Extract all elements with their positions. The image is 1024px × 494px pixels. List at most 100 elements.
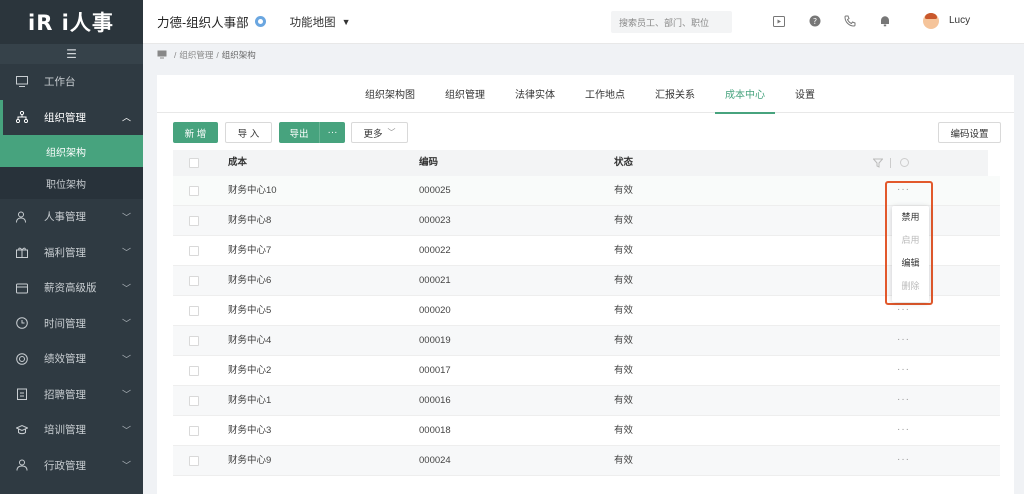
row-action-more-icon[interactable]: ··· bbox=[897, 416, 910, 446]
sidebar-item-workbench[interactable]: 工作台 bbox=[0, 64, 143, 100]
sidebar-item-label: 工作台 bbox=[44, 76, 76, 89]
chevron-down-icon: ﹀ bbox=[121, 318, 131, 329]
tab-org-chart[interactable]: 组织架构图 bbox=[365, 75, 415, 113]
table-row[interactable]: 财务中心3 000018 有效 ··· bbox=[173, 416, 1000, 446]
chevron-down-icon: ﹀ bbox=[121, 460, 131, 471]
username[interactable]: Lucy bbox=[949, 15, 970, 26]
function-map-label: 功能地图 bbox=[289, 16, 336, 29]
search-input[interactable]: 搜索员工、部门、职位 bbox=[611, 11, 732, 33]
row-checkbox[interactable] bbox=[189, 276, 199, 286]
tab-legal-entity[interactable]: 法律实体 bbox=[515, 75, 555, 113]
row-checkbox[interactable] bbox=[189, 216, 199, 226]
row-checkbox[interactable] bbox=[189, 306, 199, 316]
cell-code: 000019 bbox=[419, 335, 451, 346]
sidebar-collapse-button[interactable]: ☰ bbox=[0, 44, 143, 64]
sidebar-item-label: 组织管理 bbox=[44, 111, 86, 124]
chevron-down-icon: ﹀ bbox=[121, 247, 131, 258]
sidebar-item-time-management[interactable]: 时间管理 ﹀ bbox=[0, 306, 143, 342]
row-checkbox[interactable] bbox=[189, 426, 199, 436]
svg-text:?: ? bbox=[813, 17, 817, 26]
chevron-up-icon: ︿ bbox=[121, 112, 131, 123]
table-row[interactable]: 财务中心6 000021 有效 bbox=[173, 266, 1000, 296]
tab-cost-center[interactable]: 成本中心 bbox=[715, 75, 775, 114]
import-button[interactable]: 导 入 bbox=[225, 122, 272, 143]
column-settings-icon[interactable] bbox=[900, 158, 909, 167]
sidebar-subitem-org-structure[interactable]: 组织架构 bbox=[0, 135, 143, 167]
menu-item-disable[interactable]: 禁用 bbox=[892, 206, 929, 229]
clipboard-icon bbox=[16, 388, 28, 401]
help-icon[interactable]: ? bbox=[809, 15, 821, 27]
divider bbox=[890, 158, 891, 168]
sidebar-item-performance-management[interactable]: 绩效管理 ﹀ bbox=[0, 341, 143, 377]
sidebar-item-welfare-management[interactable]: 福利管理 ﹀ bbox=[0, 235, 143, 271]
phone-icon[interactable] bbox=[844, 15, 856, 27]
column-header-code[interactable]: 编码 bbox=[419, 150, 438, 176]
row-checkbox[interactable] bbox=[189, 456, 199, 466]
person-icon bbox=[16, 459, 28, 471]
table-row[interactable]: 财务中心9 000024 有效 ··· bbox=[173, 446, 1000, 476]
company-switcher[interactable]: 力德-组织人事部 bbox=[157, 12, 266, 31]
menu-item-delete: 删除 bbox=[901, 281, 920, 291]
sidebar-item-label: 行政管理 bbox=[44, 459, 86, 472]
cell-name: 财务中心2 bbox=[228, 365, 272, 376]
column-header-cost[interactable]: 成本 bbox=[228, 150, 247, 176]
row-action-more-icon[interactable]: ··· bbox=[897, 326, 910, 356]
row-checkbox[interactable] bbox=[189, 366, 199, 376]
org-tree-icon bbox=[16, 111, 28, 124]
row-checkbox[interactable] bbox=[189, 186, 199, 196]
app-logo[interactable]: iR i人事 bbox=[0, 0, 143, 44]
video-icon[interactable] bbox=[773, 15, 785, 27]
avatar[interactable] bbox=[923, 13, 939, 29]
monitor-icon bbox=[16, 76, 28, 88]
table-row[interactable]: 财务中心5 000020 有效 ··· bbox=[173, 296, 1000, 326]
tab-reporting-relation[interactable]: 汇报关系 bbox=[655, 75, 695, 113]
sidebar-item-hr-management[interactable]: 人事管理 ﹀ bbox=[0, 199, 143, 235]
breadcrumb-item[interactable]: 组织管理 bbox=[179, 49, 213, 61]
table-row[interactable]: 财务中心7 000022 有效 bbox=[173, 236, 1000, 266]
monitor-icon[interactable] bbox=[157, 50, 167, 61]
export-button[interactable]: 导出 bbox=[279, 122, 319, 143]
more-dropdown[interactable]: 更多 ﹀ bbox=[351, 122, 408, 143]
settings-badge-icon[interactable] bbox=[254, 16, 266, 27]
top-header: 力德-组织人事部 功能地图 ▼ 搜索员工、部门、职位 ? Lucy bbox=[143, 0, 1024, 44]
cell-status: 有效 bbox=[614, 185, 634, 196]
sidebar: iR i人事 ☰ 工作台 组织管理 ︿ 组织架构 职位架构 人事管理 ﹀ 福利管… bbox=[0, 0, 143, 494]
row-action-more-icon[interactable]: ··· bbox=[897, 356, 910, 386]
row-checkbox[interactable] bbox=[189, 396, 199, 406]
sidebar-item-org-management[interactable]: 组织管理 ︿ bbox=[0, 99, 143, 135]
function-map-dropdown[interactable]: 功能地图 ▼ bbox=[290, 14, 351, 30]
cell-code: 000020 bbox=[419, 305, 451, 316]
filter-icon[interactable] bbox=[872, 158, 884, 168]
column-header-status[interactable]: 状态 bbox=[614, 150, 633, 176]
search-placeholder: 搜索员工、部门、职位 bbox=[619, 17, 710, 28]
table-row[interactable]: 财务中心1 000016 有效 ··· bbox=[173, 386, 1000, 416]
sidebar-subitem-position-structure[interactable]: 职位架构 bbox=[0, 167, 143, 199]
row-action-more-icon[interactable]: ··· bbox=[897, 446, 910, 476]
sidebar-item-admin-management[interactable]: 行政管理 ﹀ bbox=[0, 448, 143, 484]
cell-code: 000016 bbox=[419, 395, 451, 406]
bell-icon[interactable] bbox=[879, 15, 891, 27]
sidebar-item-training-management[interactable]: 培训管理 ﹀ bbox=[0, 412, 143, 448]
row-checkbox[interactable] bbox=[189, 246, 199, 256]
menu-item-edit[interactable]: 编辑 bbox=[892, 252, 929, 275]
table-row[interactable]: 财务中心2 000017 有效 ··· bbox=[173, 356, 1000, 386]
tab-work-location[interactable]: 工作地点 bbox=[585, 75, 625, 113]
row-action-more-icon[interactable]: ··· bbox=[897, 386, 910, 416]
select-all-checkbox[interactable] bbox=[189, 158, 199, 168]
code-settings-button[interactable]: 编码设置 bbox=[938, 122, 1001, 143]
new-button[interactable]: 新 增 bbox=[173, 122, 218, 143]
tab-org-management[interactable]: 组织管理 bbox=[445, 75, 485, 113]
export-more-button[interactable]: ··· bbox=[319, 122, 345, 143]
row-checkbox[interactable] bbox=[189, 336, 199, 346]
table-row[interactable]: 财务中心8 000023 有效 bbox=[173, 206, 1000, 236]
sidebar-item-label: 薪资高级版 bbox=[44, 282, 97, 295]
table-row[interactable]: 财务中心4 000019 有效 ··· bbox=[173, 326, 1000, 356]
tab-settings[interactable]: 设置 bbox=[795, 75, 815, 113]
tab-bar: 组织架构图 组织管理 法律实体 工作地点 汇报关系 成本中心 设置 bbox=[157, 75, 1014, 114]
graduation-icon bbox=[16, 424, 28, 436]
sidebar-item-recruitment-management[interactable]: 招聘管理 ﹀ bbox=[0, 377, 143, 413]
cell-name: 财务中心8 bbox=[228, 215, 272, 226]
sidebar-item-payroll-advanced[interactable]: 薪资高级版 ﹀ bbox=[0, 270, 143, 306]
table-row[interactable]: 财务中心10 000025 有效 ··· bbox=[173, 176, 1000, 206]
chevron-down-icon: ﹀ bbox=[121, 283, 131, 294]
